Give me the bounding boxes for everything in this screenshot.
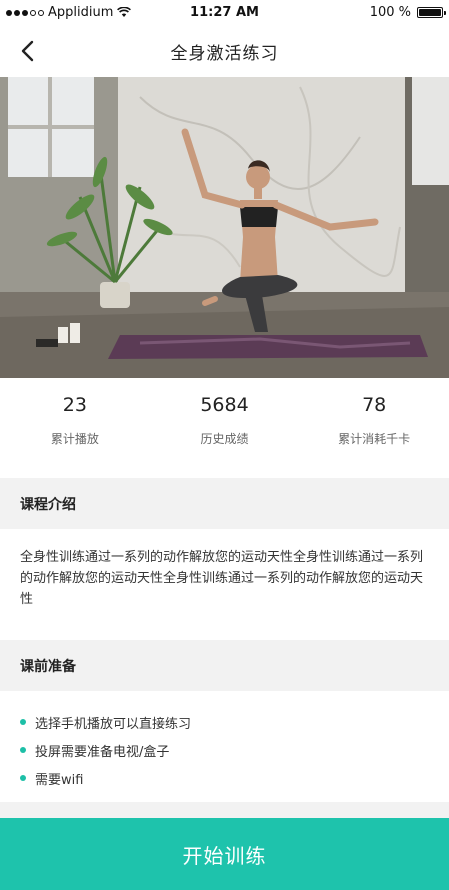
stat-label: 累计消耗千卡 <box>338 432 411 446</box>
page-title: 全身激活练习 <box>170 44 279 64</box>
list-item: 需要wifi <box>20 764 430 792</box>
nav-bar: 全身激活练习 <box>0 26 449 76</box>
start-training-button[interactable]: 开始训练 <box>0 818 449 890</box>
battery-level <box>419 9 441 16</box>
hero-image <box>0 77 449 378</box>
bullet-dot-icon <box>20 775 26 781</box>
section-heading-prep: 课前准备 <box>0 640 449 691</box>
stat-value: 78 <box>362 394 387 416</box>
stat-label: 历史成绩 <box>200 432 249 446</box>
stat-calories: 78 累计消耗千卡 <box>299 392 449 462</box>
course-description: 全身性训练通过一系列的动作解放您的运动天性全身性训练通过一系列的动作解放您的运动… <box>20 550 424 607</box>
prep-list: 选择手机播放可以直接练习 投屏需要准备电视/盒子 需要wifi <box>20 708 430 792</box>
bullet-dot-icon <box>20 719 26 725</box>
status-right: 100 % <box>369 5 446 20</box>
stat-play-count: 23 累计播放 <box>0 392 150 462</box>
stat-value: 5684 <box>200 394 249 416</box>
battery-icon <box>417 7 446 18</box>
prep-item-text: 需要wifi <box>35 772 84 788</box>
status-bar: Applidium 11:27 AM 100 % <box>0 0 449 26</box>
stat-value: 23 <box>62 394 87 416</box>
stat-history-score: 5684 历史成绩 <box>150 392 300 462</box>
stat-label: 累计播放 <box>50 432 99 446</box>
bullet-dot-icon <box>20 747 26 753</box>
prep-item-text: 投屏需要准备电视/盒子 <box>35 744 170 760</box>
stats-row: 23 累计播放 5684 历史成绩 78 累计消耗千卡 <box>0 392 449 462</box>
section-divider <box>0 802 449 818</box>
list-item: 投屏需要准备电视/盒子 <box>20 736 430 764</box>
section-heading-intro: 课程介绍 <box>0 478 449 529</box>
battery-percent: 100 % <box>369 5 411 20</box>
list-item: 选择手机播放可以直接练习 <box>20 708 430 736</box>
prep-item-text: 选择手机播放可以直接练习 <box>35 716 192 732</box>
